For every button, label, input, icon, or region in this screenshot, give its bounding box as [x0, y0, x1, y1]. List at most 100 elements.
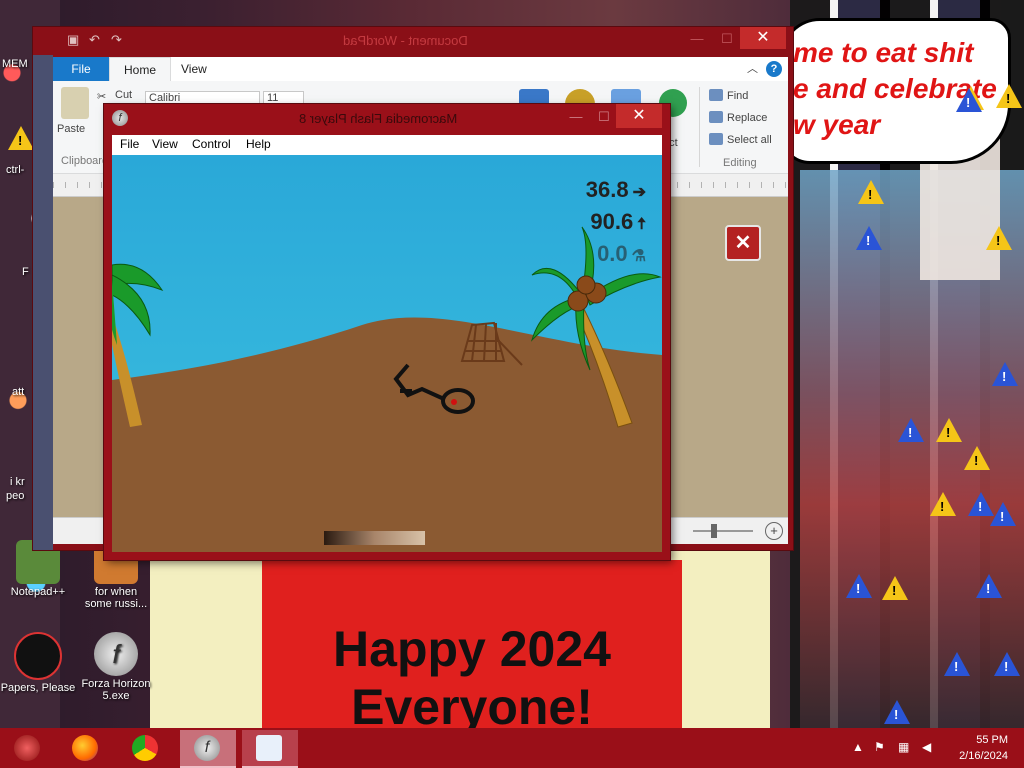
warning-icon: ! [898, 418, 924, 442]
volume-icon[interactable]: ◀ [922, 740, 931, 754]
close-button[interactable]: ✕ [740, 27, 786, 49]
ribbon-tabs: File Home View ︿ ? [53, 57, 788, 81]
window-title: Macromedia Flash Player 8 [299, 111, 458, 126]
ribbon-divider [699, 87, 700, 167]
replace-icon [709, 111, 723, 123]
firefox-icon [72, 735, 98, 761]
paste-button[interactable]: Paste [57, 123, 85, 135]
warning-icon: ! [994, 652, 1020, 676]
select-all-icon [709, 133, 723, 145]
maximize-button[interactable]: ☐ [713, 29, 741, 49]
undo-icon[interactable]: ↶ [89, 33, 103, 47]
clock-date: 2/16/2024 [959, 750, 1008, 762]
warning-icon: ! [936, 418, 962, 442]
taskbar-wordpad[interactable] [242, 730, 298, 768]
flash-player-window[interactable]: f Macromedia Flash Player 8 — ☐ ✕ File V… [104, 104, 670, 560]
network-icon[interactable]: ▦ [898, 740, 909, 754]
save-icon[interactable]: ▣ [67, 33, 81, 47]
warning-icon: ! [846, 574, 872, 598]
game-scene [112, 155, 662, 552]
speed-readout: 36.8 ➔ [585, 177, 646, 202]
warning-icon: ! [996, 84, 1022, 108]
show-hidden-icons[interactable]: ▲ [852, 740, 864, 754]
warning-icon: ! [992, 362, 1018, 386]
flash-icon: f [194, 735, 220, 761]
close-button[interactable]: ✕ [616, 104, 662, 128]
desktop-icon-label: Papers, Please [0, 682, 76, 694]
arrow-right-icon: ➔ [632, 184, 646, 201]
binoculars-icon [709, 89, 723, 101]
warning-icon: ! [930, 492, 956, 516]
warning-icon: ! [882, 576, 908, 600]
menu-bar: File View Control Help [112, 135, 662, 155]
warning-icon: ! [956, 88, 982, 112]
desktop-icon-forza[interactable]: f Forza Horizon 5.exe [78, 632, 154, 702]
minimize-button[interactable]: — [562, 106, 590, 128]
warning-icon: ! [976, 574, 1002, 598]
taskbar-flash-player[interactable]: f [180, 730, 236, 768]
warning-icon: ! [8, 126, 34, 150]
minimize-button[interactable]: — [683, 29, 711, 49]
warning-icon: ! [964, 446, 990, 470]
help-icon[interactable]: ? [766, 61, 782, 77]
height-readout: 90.6 🠅 [590, 209, 646, 234]
fuel-readout: 0.0 ⚗ [597, 241, 646, 266]
tab-file[interactable]: File [53, 57, 109, 81]
flash-icon: f [94, 632, 138, 676]
desktop-icon-label: MEM [2, 58, 28, 70]
warning-icon: ! [884, 700, 910, 724]
game-stage[interactable]: 36.8 ➔ 90.6 🠅 0.0 ⚗ [112, 155, 662, 552]
desktop-icon-papers-please[interactable]: Papers, Please [0, 632, 76, 694]
zoom-slider[interactable] [693, 530, 753, 532]
desktop-icon-label: Forza Horizon 5.exe [81, 678, 151, 702]
maximize-button[interactable]: ☐ [590, 106, 618, 128]
select-all-button[interactable]: Select all [709, 133, 772, 146]
warning-icon: ! [990, 502, 1016, 526]
desktop-icon-label: Notepad++ [10, 586, 66, 598]
fuel-icon: ⚗ [631, 248, 646, 265]
start-orb-icon [14, 735, 40, 761]
collapse-ribbon-icon[interactable]: ︿ [747, 60, 758, 76]
flash-app-icon: f [112, 110, 128, 126]
wordpad-titlebar[interactable]: ▣ ↶ ↷ Document - WordPad — ☐ ✕ [33, 27, 793, 55]
warning-icon: ! [944, 652, 970, 676]
replace-button[interactable]: Replace [709, 111, 767, 124]
warning-icon: ! [986, 226, 1012, 250]
taskbar: f ▲ ⚑ ▦ ◀ 55 PM 2/16/2024 [0, 728, 1024, 768]
start-button[interactable] [0, 730, 56, 766]
menu-file[interactable]: File [120, 137, 139, 151]
desktop-icon-label: att [12, 386, 25, 398]
cut-button[interactable]: ✂ Cut [97, 89, 132, 103]
clock-time: 55 PM [976, 734, 1008, 746]
find-button[interactable]: Find [709, 89, 748, 102]
warning-icon: ! [858, 180, 884, 204]
tab-home[interactable]: Home [109, 57, 172, 81]
paste-icon[interactable] [61, 87, 89, 119]
menu-view[interactable]: View [152, 137, 178, 151]
desktop-icon-label: ctrl- [6, 164, 25, 176]
desktop-icon-label: i kr [10, 476, 25, 488]
zoom-in-button[interactable]: + [765, 522, 783, 540]
taskbar-chrome[interactable] [118, 730, 174, 766]
tab-view[interactable]: View [167, 57, 221, 81]
arrow-up-icon: 🠅 [637, 216, 646, 233]
window-title: Document - WordPad [343, 33, 468, 48]
flash-titlebar[interactable]: f Macromedia Flash Player 8 — ☐ ✕ [104, 104, 670, 132]
desktop-icon-label: for when some russi... [84, 586, 148, 610]
editing-group-label: Editing [723, 157, 757, 169]
menu-help[interactable]: Help [246, 137, 271, 151]
menu-control[interactable]: Control [192, 137, 231, 151]
error-icon: ✕ [725, 225, 761, 261]
taskbar-firefox[interactable] [58, 730, 114, 766]
warning-icon: ! [856, 226, 882, 250]
desktop-icon-label: peo [6, 490, 25, 502]
clock[interactable]: 55 PM 2/16/2024 [959, 732, 1008, 764]
papers-please-icon [14, 632, 62, 680]
zoom-slider-thumb[interactable] [711, 524, 717, 538]
redo-icon[interactable]: ↷ [111, 33, 125, 47]
wordpad-icon [256, 735, 282, 761]
desktop-icon-label: F [22, 266, 29, 278]
clipboard-group-label: Clipboard [61, 155, 109, 167]
wordpad-side-strip [33, 55, 53, 550]
flag-icon[interactable]: ⚑ [874, 740, 885, 754]
